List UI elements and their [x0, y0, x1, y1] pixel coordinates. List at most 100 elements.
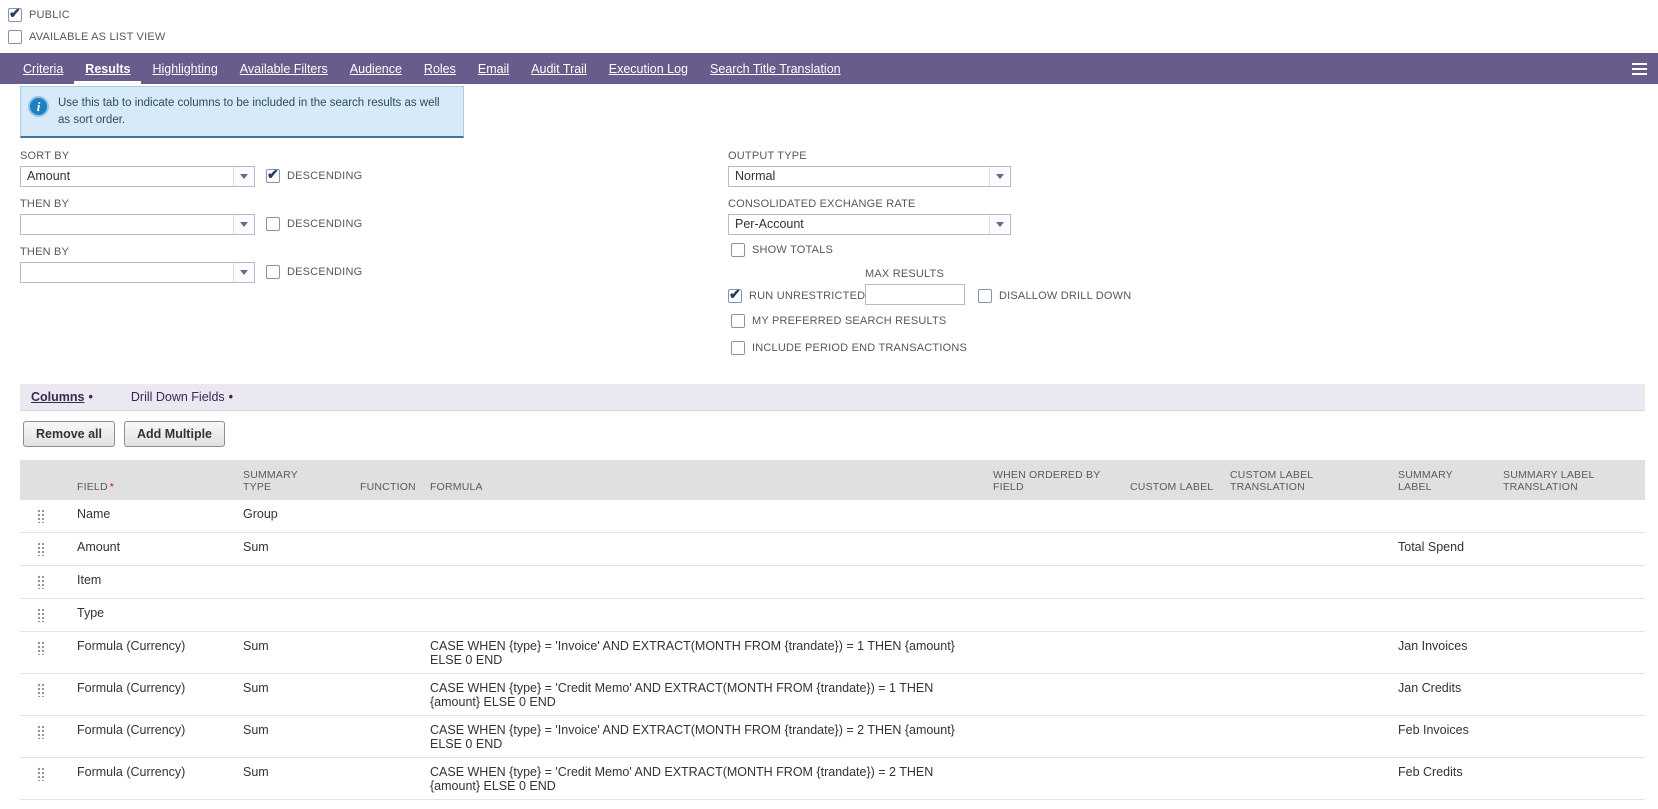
cell-function[interactable]: [352, 532, 422, 566]
my-preferred-search-results-checkbox[interactable]: [731, 313, 745, 328]
cell-custom-label[interactable]: [1122, 715, 1222, 758]
cell-when-ordered-by-field[interactable]: [985, 499, 1122, 533]
cell-custom-label[interactable]: [1122, 499, 1222, 533]
tab-results[interactable]: Results: [74, 53, 141, 84]
cell-function[interactable]: [352, 673, 422, 716]
tab-audience[interactable]: Audience: [339, 53, 413, 84]
tab-highlighting[interactable]: Highlighting: [141, 53, 228, 84]
cell-when-ordered-by-field[interactable]: [985, 565, 1122, 599]
cell-custom-label[interactable]: [1122, 673, 1222, 716]
drag-handle-icon[interactable]: [36, 639, 44, 655]
cell-field[interactable]: Amount: [60, 532, 235, 566]
cell-summary-label[interactable]: Feb Credits: [1390, 757, 1495, 800]
cell-summary-type[interactable]: Group: [235, 499, 352, 533]
cell-field[interactable]: Formula (Currency): [60, 631, 235, 674]
cell-custom-label[interactable]: [1122, 532, 1222, 566]
tab-criteria[interactable]: Criteria: [12, 53, 74, 84]
cell-when-ordered-by-field[interactable]: [985, 715, 1122, 758]
cell-formula[interactable]: [422, 532, 985, 566]
cell-custom-label-translation[interactable]: [1222, 565, 1390, 599]
cell-summary-label-translation[interactable]: [1495, 598, 1645, 632]
cell-summary-type[interactable]: Sum: [235, 532, 352, 566]
cell-summary-type[interactable]: [235, 598, 352, 632]
cell-when-ordered-by-field[interactable]: [985, 598, 1122, 632]
tab-execution-log[interactable]: Execution Log: [598, 53, 699, 84]
cell-summary-label[interactable]: Jan Credits: [1390, 673, 1495, 716]
cell-custom-label-translation[interactable]: [1222, 499, 1390, 533]
cell-field[interactable]: Formula (Currency): [60, 715, 235, 758]
tab-search-title-translation[interactable]: Search Title Translation: [699, 53, 852, 84]
cell-summary-label-translation[interactable]: [1495, 499, 1645, 533]
cell-custom-label-translation[interactable]: [1222, 715, 1390, 758]
dropdown-arrow-icon[interactable]: [989, 214, 1010, 234]
cell-function[interactable]: [352, 499, 422, 533]
available-as-list-view-checkbox[interactable]: [8, 30, 22, 44]
sort-by-descending-checkbox[interactable]: [266, 166, 280, 183]
cell-summary-label[interactable]: Jan Invoices: [1390, 631, 1495, 674]
cell-custom-label-translation[interactable]: [1222, 532, 1390, 566]
cell-function[interactable]: [352, 631, 422, 674]
cell-summary-label-translation[interactable]: [1495, 757, 1645, 800]
cell-field[interactable]: Type: [60, 598, 235, 632]
cell-formula[interactable]: CASE WHEN {type} = 'Credit Memo' AND EXT…: [422, 757, 985, 800]
cell-custom-label[interactable]: [1122, 565, 1222, 599]
cell-custom-label-translation[interactable]: [1222, 673, 1390, 716]
add-multiple-button[interactable]: Add Multiple: [124, 420, 226, 447]
cell-custom-label[interactable]: [1122, 757, 1222, 800]
cell-formula[interactable]: [422, 499, 985, 533]
then-by-1-descending-checkbox[interactable]: [266, 216, 280, 231]
menu-icon[interactable]: [1632, 63, 1647, 75]
drag-handle-icon[interactable]: [36, 507, 44, 523]
drag-handle-icon[interactable]: [36, 540, 44, 556]
output-type-select[interactable]: Normal: [728, 165, 1011, 187]
cell-summary-label[interactable]: Feb Invoices: [1390, 715, 1495, 758]
subtab-columns[interactable]: Columns •: [31, 390, 93, 404]
disallow-drill-down-checkbox[interactable]: [978, 288, 992, 303]
cell-function[interactable]: [352, 565, 422, 599]
remove-all-button[interactable]: Remove all: [23, 420, 116, 447]
cell-summary-type[interactable]: Sum: [235, 715, 352, 758]
cell-field[interactable]: Name: [60, 499, 235, 533]
drag-handle-icon[interactable]: [36, 681, 44, 697]
cell-summary-type[interactable]: [235, 565, 352, 599]
run-unrestricted-checkbox[interactable]: [728, 286, 742, 303]
cell-summary-label-translation[interactable]: [1495, 715, 1645, 758]
cell-custom-label[interactable]: [1122, 598, 1222, 632]
subtab-drill-down-fields[interactable]: Drill Down Fields •: [131, 390, 233, 404]
tab-email[interactable]: Email: [467, 53, 520, 84]
drag-handle-icon[interactable]: [36, 573, 44, 589]
max-results-input[interactable]: [865, 283, 965, 305]
consolidated-exchange-rate-select[interactable]: Per-Account: [728, 213, 1011, 235]
tab-available-filters[interactable]: Available Filters: [229, 53, 339, 84]
cell-field[interactable]: Formula (Currency): [60, 757, 235, 800]
sort-by-select[interactable]: Amount: [20, 165, 255, 187]
cell-summary-type[interactable]: Sum: [235, 757, 352, 800]
cell-summary-label-translation[interactable]: [1495, 565, 1645, 599]
cell-formula[interactable]: [422, 598, 985, 632]
cell-formula[interactable]: [422, 565, 985, 599]
tab-audit-trail[interactable]: Audit Trail: [520, 53, 598, 84]
cell-summary-label[interactable]: [1390, 499, 1495, 533]
cell-summary-label[interactable]: [1390, 598, 1495, 632]
then-by-2-select[interactable]: [20, 261, 255, 283]
cell-summary-type[interactable]: Sum: [235, 631, 352, 674]
drag-handle-icon[interactable]: [36, 606, 44, 622]
tab-roles[interactable]: Roles: [413, 53, 467, 84]
cell-summary-label[interactable]: [1390, 565, 1495, 599]
cell-function[interactable]: [352, 757, 422, 800]
cell-formula[interactable]: CASE WHEN {type} = 'Invoice' AND EXTRACT…: [422, 715, 985, 758]
dropdown-arrow-icon[interactable]: [989, 166, 1010, 186]
then-by-1-select[interactable]: [20, 213, 255, 235]
cell-when-ordered-by-field[interactable]: [985, 631, 1122, 674]
then-by-2-descending-checkbox[interactable]: [266, 264, 280, 279]
include-period-end-transactions-checkbox[interactable]: [731, 340, 745, 355]
cell-field[interactable]: Item: [60, 565, 235, 599]
cell-function[interactable]: [352, 598, 422, 632]
drag-handle-icon[interactable]: [36, 723, 44, 739]
cell-custom-label-translation[interactable]: [1222, 598, 1390, 632]
cell-custom-label-translation[interactable]: [1222, 631, 1390, 674]
cell-custom-label-translation[interactable]: [1222, 757, 1390, 800]
cell-summary-label-translation[interactable]: [1495, 631, 1645, 674]
dropdown-arrow-icon[interactable]: [233, 262, 254, 282]
cell-field[interactable]: Formula (Currency): [60, 673, 235, 716]
